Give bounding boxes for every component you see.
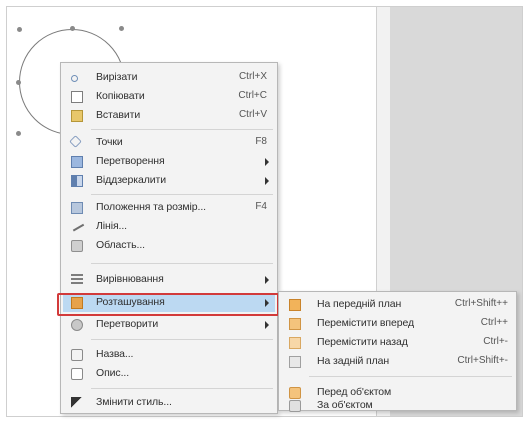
submenu-item-label: За об'єктом xyxy=(317,399,373,411)
name-icon xyxy=(71,349,83,361)
area-icon xyxy=(71,240,83,252)
menu-separator xyxy=(91,339,273,340)
menu-item-label: Точки xyxy=(96,136,123,148)
menu-item-label: Вирівнювання xyxy=(96,273,164,285)
menu-item-shortcut: F8 xyxy=(255,136,267,147)
menu-item-shortcut: F4 xyxy=(255,201,267,212)
scissors-icon xyxy=(71,75,78,82)
selection-handle[interactable] xyxy=(70,26,75,31)
menu-item-label: Перетворення xyxy=(96,155,165,167)
submenu-item-bring-forward[interactable]: Перемістити вперед Ctrl++ xyxy=(281,315,514,333)
menu-item-mirror[interactable]: Віддзеркалити xyxy=(63,172,275,190)
description-icon xyxy=(71,368,83,380)
menu-item-label: Розташування xyxy=(96,296,165,308)
menu-separator xyxy=(91,263,273,264)
menu-item-align[interactable]: Вирівнювання xyxy=(63,271,275,289)
menu-item-convert[interactable]: Перетворити xyxy=(63,316,275,334)
menu-item-transform[interactable]: Перетворення xyxy=(63,153,275,171)
menu-item-label: Назва... xyxy=(96,348,134,360)
menu-item-label: Опис... xyxy=(96,367,130,379)
bring-to-front-icon xyxy=(289,299,301,311)
submenu-item-label: На передній план xyxy=(317,298,402,310)
transform-icon xyxy=(71,156,83,168)
submenu-arrow-icon xyxy=(265,177,269,185)
menu-item-name[interactable]: Назва... xyxy=(63,346,275,364)
submenu-item-shortcut: Ctrl+- xyxy=(483,336,508,347)
submenu-arrow-icon xyxy=(265,299,269,307)
submenu-item-shortcut: Ctrl+Shift+- xyxy=(457,355,508,366)
submenu-arrow-icon xyxy=(265,321,269,329)
submenu-item-behind-object[interactable]: За об'єктом xyxy=(281,397,514,415)
submenu-item-send-to-back[interactable]: На задній план Ctrl+Shift+- xyxy=(281,353,514,371)
menu-item-label: Положення та розмір... xyxy=(96,201,206,213)
menu-item-arrange[interactable]: Розташування xyxy=(63,294,275,312)
selection-handle[interactable] xyxy=(16,131,21,136)
mirror-icon xyxy=(71,175,83,187)
submenu-item-send-backward[interactable]: Перемістити назад Ctrl+- xyxy=(281,334,514,352)
selection-handle[interactable] xyxy=(119,26,124,31)
menu-item-shortcut: Ctrl+X xyxy=(238,71,267,82)
points-icon xyxy=(69,135,82,148)
menu-item-edit-style[interactable]: Змінити стиль... xyxy=(63,394,275,412)
convert-icon xyxy=(71,319,83,331)
menu-item-label: Вставити xyxy=(96,109,141,121)
submenu-item-label: Перемістити назад xyxy=(317,336,408,348)
menu-item-shortcut: Ctrl+V xyxy=(238,109,267,120)
bring-forward-icon xyxy=(289,318,301,330)
menu-item-copy[interactable]: Копіювати Ctrl+C xyxy=(63,88,275,106)
menu-item-label: Віддзеркалити xyxy=(96,174,166,186)
menu-separator xyxy=(309,376,512,377)
menu-item-line[interactable]: Лінія... xyxy=(63,218,275,236)
menu-item-shortcut: Ctrl+C xyxy=(238,90,267,101)
menu-separator xyxy=(91,129,273,130)
menu-item-label: Область... xyxy=(96,239,145,251)
submenu-item-shortcut: Ctrl+Shift++ xyxy=(454,298,508,309)
submenu-item-shortcut: Ctrl++ xyxy=(480,317,508,328)
menu-separator xyxy=(91,194,273,195)
menu-item-points[interactable]: Точки F8 xyxy=(63,134,275,152)
menu-item-label: Перетворити xyxy=(96,318,159,330)
menu-separator xyxy=(91,388,273,389)
copy-icon xyxy=(71,91,83,103)
submenu-item-label: Перемістити вперед xyxy=(317,317,415,329)
menu-item-paste[interactable]: Вставити Ctrl+V xyxy=(63,107,275,125)
paste-icon xyxy=(71,110,83,122)
send-to-back-icon xyxy=(289,356,301,368)
context-menu: Вирізати Ctrl+X Копіювати Ctrl+C Вставит… xyxy=(60,62,278,414)
menu-item-label: Копіювати xyxy=(96,90,145,102)
line-icon xyxy=(69,218,85,232)
submenu-item-label: На задній план xyxy=(317,355,390,367)
arrange-icon xyxy=(71,297,83,309)
menu-item-cut[interactable]: Вирізати Ctrl+X xyxy=(63,69,275,87)
selection-handle[interactable] xyxy=(16,80,21,85)
menu-item-label: Змінити стиль... xyxy=(96,396,172,408)
menu-item-label: Вирізати xyxy=(96,71,138,83)
menu-item-label: Лінія... xyxy=(96,220,127,232)
style-icon xyxy=(71,397,83,409)
submenu-arrow-icon xyxy=(265,276,269,284)
send-backward-icon xyxy=(289,337,301,349)
menu-item-position-size[interactable]: Положення та розмір... F4 xyxy=(63,199,275,217)
submenu-arrow-icon xyxy=(265,158,269,166)
arrange-submenu: На передній план Ctrl+Shift++ Перемістит… xyxy=(278,291,517,412)
submenu-item-bring-to-front[interactable]: На передній план Ctrl+Shift++ xyxy=(281,296,514,314)
menu-item-description[interactable]: Опис... xyxy=(63,365,275,383)
selection-handle[interactable] xyxy=(17,27,22,32)
align-icon xyxy=(71,274,83,286)
behind-object-icon xyxy=(289,400,301,412)
position-size-icon xyxy=(71,202,83,214)
menu-item-area[interactable]: Область... xyxy=(63,237,275,255)
